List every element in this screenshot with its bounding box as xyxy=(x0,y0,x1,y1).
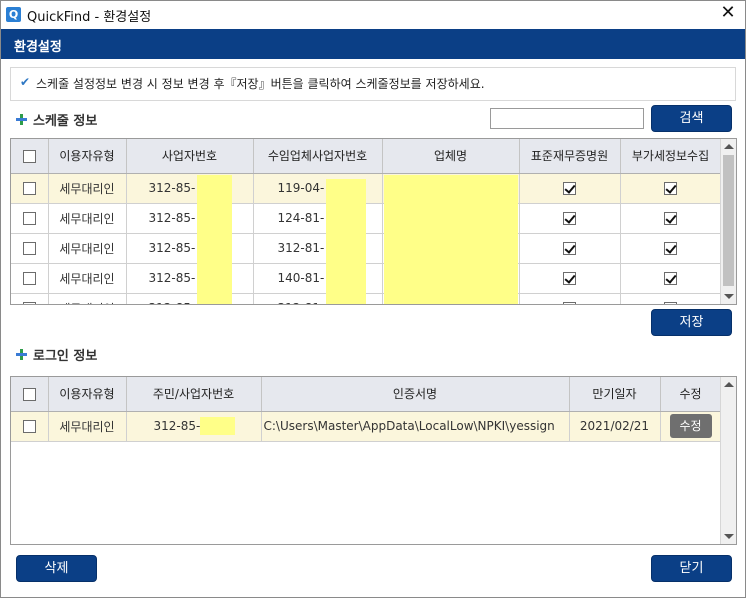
column-header: 이용자유형 xyxy=(48,139,127,174)
std-fin-checkbox[interactable] xyxy=(563,242,576,255)
select-all-header[interactable] xyxy=(11,377,49,412)
bizno-cell: 312-85- xyxy=(126,203,254,234)
row-checkbox[interactable] xyxy=(22,272,36,285)
edit-button[interactable]: 수정 xyxy=(669,414,712,438)
header-band: 환경설정 xyxy=(1,29,745,59)
table-row[interactable]: 세무대리인 312-85- 124-81- xyxy=(11,203,722,234)
row-checkbox[interactable] xyxy=(22,212,36,225)
table-row[interactable]: 세무대리인 312-85- 140-81- xyxy=(11,263,722,294)
column-header: 수정 xyxy=(660,377,722,412)
delete-button[interactable]: 삭제 xyxy=(16,555,97,582)
scroll-thumb[interactable] xyxy=(723,155,734,286)
bizno-cell: 312-85- xyxy=(126,263,254,294)
vat-checkbox[interactable] xyxy=(664,272,677,285)
save-button[interactable]: 저장 xyxy=(651,309,732,336)
scroll-up-icon[interactable] xyxy=(724,144,734,149)
column-header: 인증서명 xyxy=(261,377,570,412)
bizno-cell: 312-85- xyxy=(126,173,254,204)
cert-path-cell: C:\Users\Master\AppData\LocalLow\NPKI\ye… xyxy=(261,411,570,442)
column-header: 부가세정보수집 xyxy=(620,139,722,174)
std-fin-checkbox[interactable] xyxy=(563,302,576,304)
redaction-block xyxy=(200,417,235,435)
page-title: 환경설정 xyxy=(14,40,62,55)
bizno-cell: 312-85- xyxy=(126,293,254,304)
column-header: 업체명 xyxy=(382,139,520,174)
bizno-cell: 312-85- xyxy=(126,233,254,264)
table-row[interactable]: 세무대리인 312-85- 119-04- xyxy=(11,173,722,204)
app-icon: Q xyxy=(6,7,21,22)
close-icon[interactable]: ✕ xyxy=(719,4,737,22)
notice-box: ✔ 스케줄 설정정보 변경 시 정보 변경 후『저장』버튼을 클릭하여 스케줄정… xyxy=(10,67,736,101)
select-all-checkbox[interactable] xyxy=(22,387,36,401)
user-type-cell: 세무대리인 xyxy=(48,263,127,294)
std-fin-checkbox[interactable] xyxy=(563,272,576,285)
table-row[interactable]: 세무대리인 312-85- 312-81- xyxy=(11,293,722,304)
user-type-cell: 세무대리인 xyxy=(48,293,127,304)
table-row[interactable]: 세무대리인 312-85- C:\Users\Master\AppData\Lo… xyxy=(11,411,722,442)
plus-icon xyxy=(16,349,27,360)
row-checkbox[interactable] xyxy=(22,242,36,255)
column-header: 주민/사업자번호 xyxy=(126,377,262,412)
schedule-scrollbar[interactable] xyxy=(720,139,736,304)
column-header: 사업자번호 xyxy=(126,139,254,174)
row-checkbox[interactable] xyxy=(22,302,36,304)
std-fin-checkbox[interactable] xyxy=(563,182,576,195)
window-title: QuickFind - 환경설정 xyxy=(27,10,152,25)
login-scrollbar[interactable] xyxy=(720,377,736,544)
id-number-cell: 312-85- xyxy=(126,411,262,442)
login-section-title: 로그인 정보 xyxy=(33,349,98,364)
scroll-down-icon[interactable] xyxy=(724,294,734,299)
search-button[interactable]: 검색 xyxy=(651,105,732,132)
column-header: 수임업체사업자번호 xyxy=(253,139,383,174)
vat-checkbox[interactable] xyxy=(664,182,677,195)
user-type-cell: 세무대리인 xyxy=(48,233,127,264)
select-all-checkbox[interactable] xyxy=(22,149,36,163)
login-table: 이용자유형 주민/사업자번호 인증서명 만기일자 수정 세무대리인 312-85… xyxy=(10,376,737,545)
user-type-cell: 세무대리인 xyxy=(48,203,127,234)
expiry-cell: 2021/02/21 xyxy=(569,411,661,442)
user-type-cell: 세무대리인 xyxy=(48,173,127,204)
scroll-down-icon[interactable] xyxy=(724,534,734,539)
settings-window: Q QuickFind - 환경설정 ✕ 환경설정 ✔ 스케줄 설정정보 변경 … xyxy=(0,0,746,598)
notice-text: 스케줄 설정정보 변경 시 정보 변경 후『저장』버튼을 클릭하여 스케줄정보를… xyxy=(36,77,485,91)
column-header: 이용자유형 xyxy=(48,377,127,412)
redaction-block xyxy=(384,175,518,304)
select-all-header[interactable] xyxy=(11,139,49,174)
plus-icon xyxy=(16,114,27,125)
schedule-table: 이용자유형 사업자번호 수임업체사업자번호 업체명 표준재무증명원 부가세정보수… xyxy=(10,138,737,305)
vat-checkbox[interactable] xyxy=(664,302,677,304)
vat-checkbox[interactable] xyxy=(664,242,677,255)
redaction-block xyxy=(197,175,232,304)
title-bar: Q QuickFind - 환경설정 ✕ xyxy=(1,1,745,29)
scroll-up-icon[interactable] xyxy=(724,382,734,387)
std-fin-checkbox[interactable] xyxy=(563,212,576,225)
schedule-section-title: 스케줄 정보 xyxy=(33,114,98,129)
check-icon: ✔ xyxy=(20,75,31,89)
column-header: 만기일자 xyxy=(569,377,661,412)
row-checkbox[interactable] xyxy=(22,182,36,195)
redaction-block xyxy=(326,179,366,304)
search-input[interactable] xyxy=(490,108,644,129)
vat-checkbox[interactable] xyxy=(664,212,677,225)
row-checkbox[interactable] xyxy=(22,420,36,433)
user-type-cell: 세무대리인 xyxy=(48,411,127,442)
column-header: 표준재무증명원 xyxy=(519,139,621,174)
table-row[interactable]: 세무대리인 312-85- 312-81- xyxy=(11,233,722,264)
close-button[interactable]: 닫기 xyxy=(651,555,732,582)
